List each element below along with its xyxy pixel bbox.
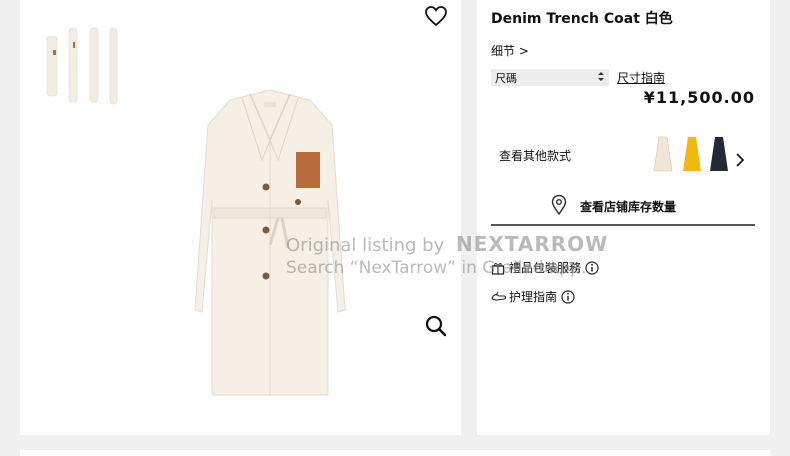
size-guide-link[interactable]: 尺寸指南	[617, 69, 665, 86]
product-title: Denim Trench Coat 白色	[491, 11, 673, 27]
swatch-yellow[interactable]	[681, 135, 703, 173]
swatch-navy[interactable]	[708, 135, 730, 173]
size-select-label: 尺碼	[495, 71, 517, 85]
thumbnail-back[interactable]	[89, 27, 99, 103]
care-guide-row[interactable]: 护理指南	[491, 288, 575, 305]
product-price: ¥11,500.00	[643, 88, 755, 107]
thumbnail-front[interactable]	[46, 35, 58, 97]
color-swatches	[652, 135, 732, 173]
next-section-edge	[20, 450, 770, 456]
thumbnail-side[interactable]	[68, 27, 78, 103]
gift-wrap-row[interactable]: 禮品包裝服務	[491, 259, 599, 276]
gift-icon	[491, 261, 507, 275]
chevron-right-icon[interactable]	[735, 152, 745, 171]
care-icon	[491, 290, 507, 304]
other-styles-label: 查看其他款式	[499, 149, 572, 163]
product-main-image	[170, 80, 370, 415]
product-info-panel: Denim Trench Coat 白色 细节 > 尺碼 尺寸指南 ¥11,50…	[477, 0, 770, 435]
select-arrows-icon	[597, 71, 605, 85]
swatch-white[interactable]	[652, 135, 674, 173]
details-link[interactable]: 细节 >	[491, 42, 529, 59]
thumbnail-detail[interactable]	[109, 27, 118, 105]
thumbnail-strip[interactable]	[44, 22, 134, 112]
care-guide-label: 护理指南	[509, 290, 558, 304]
gift-wrap-label: 禮品包裝服務	[509, 261, 582, 275]
location-pin-icon	[551, 194, 567, 216]
size-select[interactable]: 尺碼	[491, 69, 609, 86]
info-icon[interactable]	[585, 260, 599, 275]
info-icon[interactable]	[561, 289, 575, 304]
wishlist-heart-icon[interactable]	[424, 4, 448, 28]
store-stock-label: 查看店铺库存数量	[580, 200, 677, 214]
store-stock-button[interactable]: 查看店铺库存数量	[491, 190, 755, 220]
zoom-icon[interactable]	[424, 314, 448, 338]
product-gallery	[20, 0, 461, 435]
section-divider	[491, 224, 755, 226]
